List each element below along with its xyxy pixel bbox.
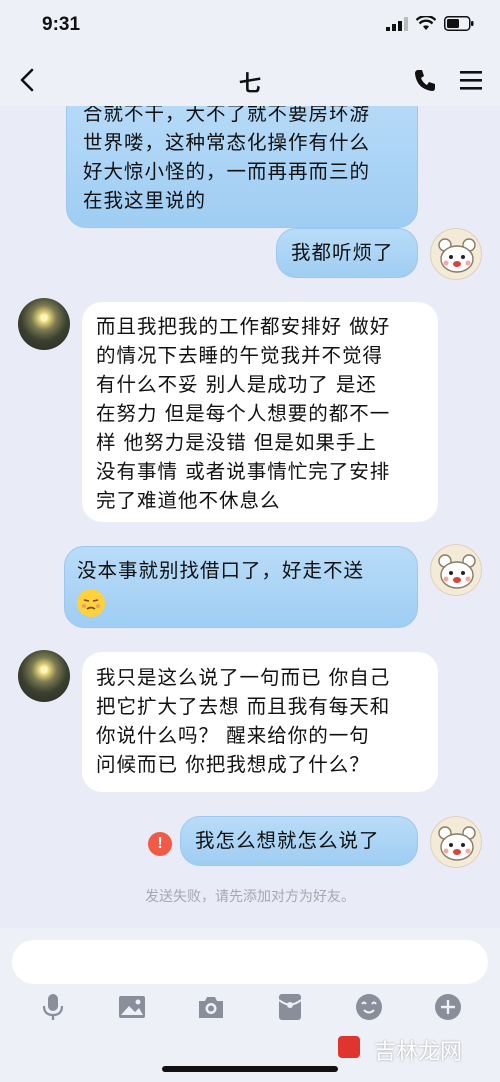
bear-avatar-icon	[438, 554, 476, 589]
message-bubble-received[interactable]: 我只是这么说了一句而已 你自己 把它扩大了去想 而且我有每天和 你说什么吗？ 醒…	[82, 652, 438, 792]
phone-icon[interactable]	[412, 67, 438, 93]
message-bubble-sent[interactable]: 没本事就别找借口了，好走不送	[64, 546, 418, 628]
input-toolbar	[0, 992, 500, 1032]
my-avatar[interactable]	[430, 228, 482, 280]
message-line: 你说什么吗？ 醒来给你的一句	[96, 724, 370, 747]
message-line: 我怎么想就怎么说了	[195, 829, 380, 852]
message-line: 我只是这么说了一句而已 你自己	[96, 666, 391, 689]
message-line: 样 他努力是没错 但是如果手上	[96, 431, 377, 454]
bear-avatar-icon	[438, 826, 476, 861]
microphone-icon[interactable]	[38, 992, 68, 1022]
watermark-text: 吉林龙网	[373, 1040, 462, 1065]
battery-icon	[444, 16, 474, 31]
wifi-icon	[416, 16, 436, 30]
message-line: 的情况下去睡的午觉我并不觉得	[96, 344, 384, 367]
chat-area[interactable]: 合就不干，大不了就不要房环游 世界喽，这种常态化操作有什么 好大惊小怪的，一而再…	[0, 106, 500, 928]
input-bar: 吉林龙网	[0, 928, 500, 1082]
home-indicator[interactable]	[162, 1066, 338, 1072]
message-bubble-sent[interactable]: 合就不干，大不了就不要房环游 世界喽，这种常态化操作有什么 好大惊小怪的，一而再…	[66, 106, 418, 228]
message-line: 没本事就别找借口了，好走不送	[77, 559, 365, 582]
message-bubble-received[interactable]: 而且我把我的工作都安排好 做好 的情况下去睡的午觉我并不觉得 有什么不妥 别人是…	[82, 302, 438, 522]
status-icons	[386, 16, 474, 31]
message-line: 问候而已 你把我想成了什么？	[96, 753, 370, 776]
signal-icon	[386, 16, 408, 31]
send-failed-notice: 发送失败，请先添加对方为好友。	[145, 889, 355, 905]
message-bubble-sent[interactable]: 我都听烦了	[276, 228, 418, 278]
emoji-icon[interactable]	[354, 992, 384, 1022]
image-icon[interactable]	[117, 992, 147, 1022]
message-line: 在我这里说的	[83, 189, 207, 212]
my-avatar[interactable]	[430, 544, 482, 596]
message-line: 而且我把我的工作都安排好 做好	[96, 315, 391, 338]
plus-icon[interactable]	[433, 992, 463, 1022]
contact-avatar[interactable]	[18, 298, 70, 350]
status-bar: 9:31	[0, 0, 500, 54]
message-line: 合就不干，大不了就不要房环游	[83, 106, 371, 125]
message-line: 好大惊小怪的，一而再再而三的	[83, 160, 371, 183]
status-time: 9:31	[42, 14, 81, 35]
message-line: 完了难道他不休息么	[96, 489, 281, 512]
message-input[interactable]	[12, 940, 488, 984]
message-line: 把它扩大了去想 而且我有每天和	[96, 695, 391, 718]
message-line: 没有事情 或者说事情忙完了安排	[96, 460, 391, 483]
message-line: 在努力 但是每个人想要的都不一	[96, 402, 391, 425]
annoyed-emoji-icon	[77, 589, 105, 617]
message-line: 有什么不妥 别人是成功了 是还	[96, 373, 377, 396]
my-avatar[interactable]	[430, 816, 482, 868]
message-bubble-sent[interactable]: 我怎么想就怎么说了	[180, 816, 418, 866]
watermark-logo-icon	[338, 1036, 360, 1058]
contact-avatar[interactable]	[18, 650, 70, 702]
message-line: 我都听烦了	[291, 241, 394, 264]
chat-header: 七	[0, 54, 500, 106]
message-line: 世界喽，这种常态化操作有什么	[83, 131, 371, 154]
menu-icon[interactable]	[458, 68, 484, 92]
send-failed-icon[interactable]: !	[148, 832, 172, 856]
bear-avatar-icon	[438, 238, 476, 273]
red-packet-icon[interactable]	[275, 992, 305, 1022]
camera-icon[interactable]	[196, 992, 226, 1022]
